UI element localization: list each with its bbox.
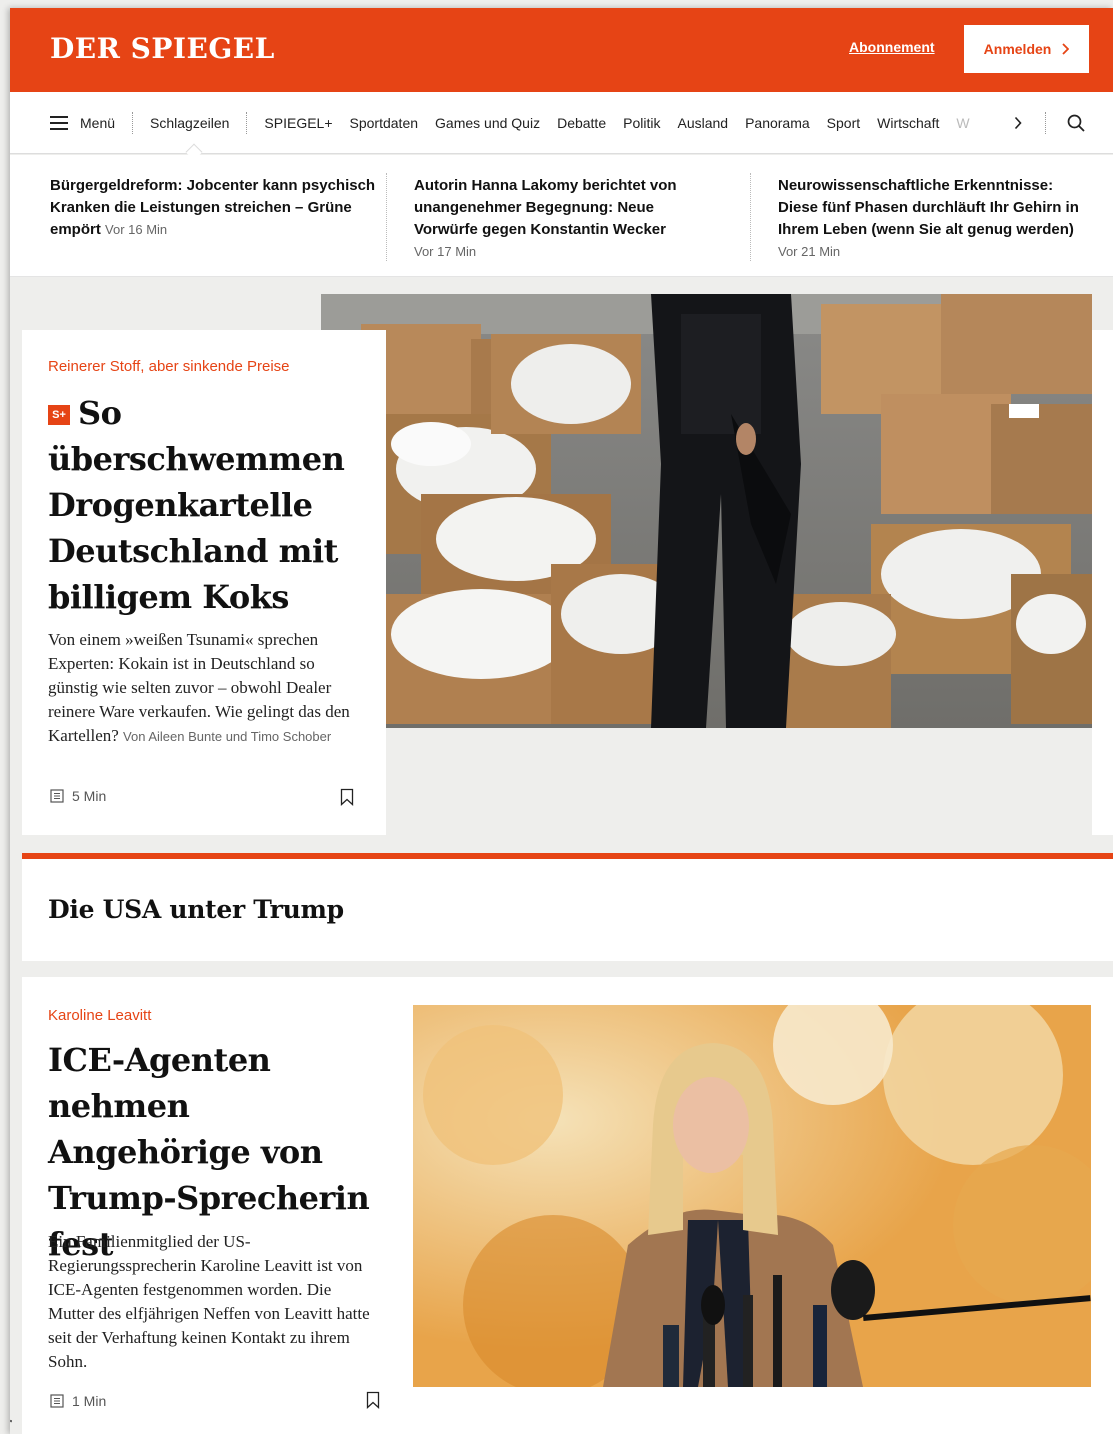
chevron-right-icon (1062, 43, 1070, 55)
browser-page: DER SPIEGEL Abonnement Anmelden Menü Sch… (10, 8, 1113, 1434)
ticker-item[interactable]: Neurowissenschaftliche Erkenntnisse: Die… (778, 175, 1093, 263)
article-card[interactable]: Karoline Leavitt ICE-Agenten nehmen Ange… (22, 977, 1113, 1434)
menu-button[interactable]: Menü (50, 115, 115, 131)
read-time: 1 Min (72, 1393, 107, 1409)
login-button[interactable]: Anmelden (964, 25, 1089, 73)
background-page-letter: U (10, 1393, 12, 1433)
article-title-text: So überschwemmen Drogenkartelle Deutschl… (48, 394, 345, 616)
ticker-item[interactable]: Bürgergeldreform: Jobcenter kann psychis… (50, 175, 388, 241)
article-teaser-text: Von einem »weißen Tsunami« sprechen Expe… (48, 630, 350, 745)
article-meta: 5 Min (50, 788, 106, 804)
ticker-divider (750, 173, 751, 261)
chevron-right-icon[interactable] (1014, 116, 1022, 130)
nav-divider (246, 112, 248, 134)
ticker-headline: Autorin Hanna Lakomy berichtet von unang… (414, 177, 677, 238)
ticker-time: Vor 16 Min (105, 222, 168, 237)
article-author: Von Aileen Bunte und Timo Schober (123, 729, 332, 744)
nav-item-sport[interactable]: Sport (827, 115, 860, 131)
nav-item-politik[interactable]: Politik (623, 115, 660, 131)
search-icon[interactable] (1067, 114, 1085, 132)
spiegel-logo[interactable]: DER SPIEGEL (50, 32, 275, 65)
bookmark-icon[interactable] (366, 1391, 380, 1409)
article-icon (50, 789, 64, 803)
section-title[interactable]: Die USA unter Trump (48, 895, 344, 924)
nav-item-schlagzeilen[interactable]: Schlagzeilen (150, 115, 229, 131)
nav-item-spiegel-plus[interactable]: SPIEGEL+ (264, 115, 332, 131)
nav-item-overflow[interactable]: W (956, 115, 970, 131)
nav-item-wirtschaft[interactable]: Wirtschaft (877, 115, 939, 131)
nav-item-sportdaten[interactable]: Sportdaten (350, 115, 419, 131)
ticker-headline: Neurowissenschaftliche Erkenntnisse: Die… (778, 177, 1079, 238)
article-icon (50, 1394, 64, 1408)
subscription-link[interactable]: Abonnement (849, 39, 935, 55)
ticker-divider (386, 173, 387, 261)
hero-article-image[interactable] (321, 294, 1092, 728)
read-time: 5 Min (72, 788, 107, 804)
article-image[interactable] (413, 1005, 1091, 1387)
nav-item-panorama[interactable]: Panorama (745, 115, 810, 131)
menu-icon (50, 116, 68, 130)
article-teaser: Ein Familienmitglied der US-Regierungssp… (48, 1232, 370, 1371)
bookmark-icon[interactable] (340, 788, 354, 806)
article-title[interactable]: S+ So überschwemmen Drogenkartelle Deutsc… (48, 390, 368, 620)
nav-divider (132, 112, 134, 134)
ticker-headline: Bürgergeldreform: Jobcenter kann psychis… (50, 177, 376, 238)
section-header: Die USA unter Trump (22, 859, 1113, 961)
card-background (1092, 330, 1113, 835)
nav-list: Menü Schlagzeilen SPIEGEL+ Sportdaten Ga… (50, 92, 970, 154)
spiegel-plus-badge: S+ (48, 405, 70, 425)
menu-label: Menü (80, 115, 116, 131)
article-kicker: Karoline Leavitt (48, 1007, 152, 1024)
nav-item-games-und-quiz[interactable]: Games und Quiz (435, 115, 540, 131)
hero-article-card[interactable]: Reinerer Stoff, aber sinkende Preise S+ S… (22, 330, 386, 835)
article-teaser: Von einem »weißen Tsunami« sprechen Expe… (48, 628, 366, 749)
nav-item-ausland[interactable]: Ausland (677, 115, 728, 131)
main-navigation: Menü Schlagzeilen SPIEGEL+ Sportdaten Ga… (10, 92, 1113, 161)
nav-divider (1045, 112, 1046, 134)
article-meta: 1 Min (50, 1393, 106, 1409)
ticker-time: Vor 21 Min (778, 244, 841, 259)
article-kicker: Reinerer Stoff, aber sinkende Preise (48, 358, 290, 375)
nav-item-debatte[interactable]: Debatte (557, 115, 606, 131)
login-button-label: Anmelden (983, 41, 1052, 57)
ticker-item[interactable]: Autorin Hanna Lakomy berichtet von unang… (414, 175, 714, 263)
ticker-time: Vor 17 Min (414, 244, 477, 259)
headline-ticker: Bürgergeldreform: Jobcenter kann psychis… (10, 155, 1113, 277)
site-header: DER SPIEGEL Abonnement Anmelden (10, 8, 1113, 92)
